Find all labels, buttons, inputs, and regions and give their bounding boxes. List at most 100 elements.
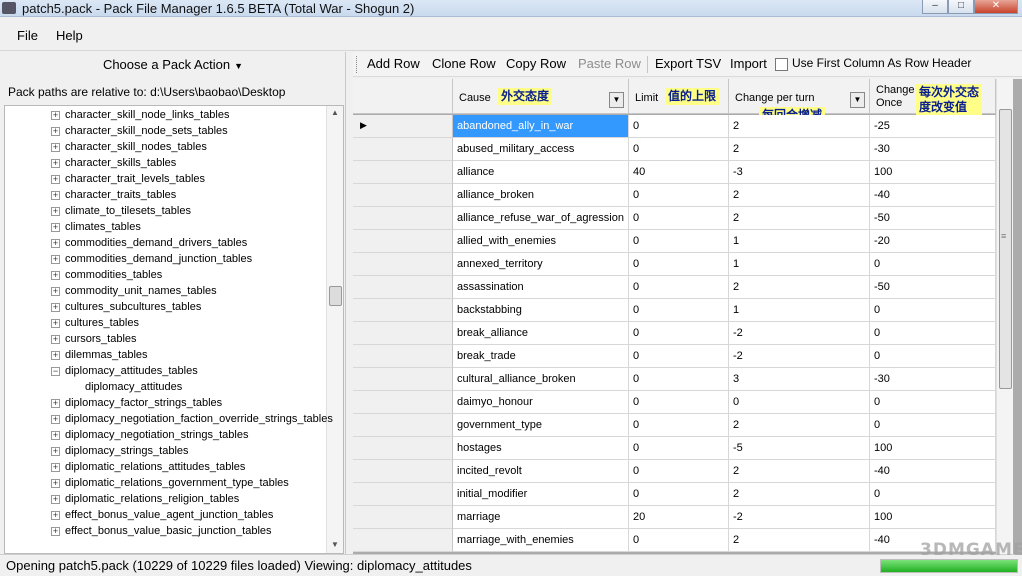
- table-cell[interactable]: 0: [629, 391, 729, 414]
- tree-item[interactable]: + cultures_subcultures_tables: [51, 299, 201, 315]
- grid-scrollbar[interactable]: ≡: [996, 79, 1013, 554]
- export-tsv-button[interactable]: Export TSV: [655, 56, 721, 71]
- table-cell[interactable]: 0: [629, 276, 729, 299]
- expand-plus-icon[interactable]: +: [51, 526, 60, 536]
- expand-plus-icon[interactable]: +: [51, 414, 60, 424]
- row-header[interactable]: [353, 253, 453, 276]
- table-cell[interactable]: 0: [629, 529, 729, 552]
- maximize-button[interactable]: □: [948, 0, 974, 14]
- choose-pack-action-button[interactable]: Choose a Pack Action ▼: [4, 54, 342, 76]
- table-cell[interactable]: -25: [870, 115, 996, 138]
- tree-item[interactable]: + character_trait_levels_tables: [51, 171, 205, 187]
- tree-item[interactable]: + diplomacy_negotiation_faction_override_…: [51, 411, 333, 427]
- expand-plus-icon[interactable]: +: [51, 158, 60, 168]
- tree-scroll-thumb[interactable]: [329, 286, 342, 306]
- tree-item[interactable]: + climates_tables: [51, 219, 141, 235]
- import-button[interactable]: Import: [730, 56, 767, 71]
- tree-item[interactable]: + effect_bonus_value_basic_junction_table…: [51, 523, 272, 539]
- table-cell[interactable]: break_trade: [453, 345, 629, 368]
- row-header[interactable]: [353, 345, 453, 368]
- table-cell[interactable]: annexed_territory: [453, 253, 629, 276]
- table-cell[interactable]: alliance: [453, 161, 629, 184]
- expand-plus-icon[interactable]: +: [51, 190, 60, 200]
- table-cell[interactable]: 100: [870, 437, 996, 460]
- expand-plus-icon[interactable]: +: [51, 254, 60, 264]
- table-cell[interactable]: -40: [870, 184, 996, 207]
- expand-plus-icon[interactable]: +: [51, 206, 60, 216]
- row-header[interactable]: [353, 184, 453, 207]
- row-header[interactable]: [353, 368, 453, 391]
- expand-plus-icon[interactable]: +: [51, 174, 60, 184]
- table-cell[interactable]: -3: [729, 161, 870, 184]
- table-cell[interactable]: 0: [629, 414, 729, 437]
- tree-item[interactable]: + climate_to_tilesets_tables: [51, 203, 191, 219]
- table-cell[interactable]: backstabbing: [453, 299, 629, 322]
- tree-item[interactable]: + commodity_unit_names_tables: [51, 283, 217, 299]
- close-button[interactable]: ✕: [974, 0, 1018, 14]
- row-header[interactable]: [353, 299, 453, 322]
- table-cell[interactable]: -2: [729, 322, 870, 345]
- tree-scrollbar[interactable]: ▲ ▼: [326, 106, 343, 553]
- expand-plus-icon[interactable]: +: [51, 286, 60, 296]
- table-cell[interactable]: 2: [729, 138, 870, 161]
- tree-item[interactable]: + diplomatic_relations_religion_tables: [51, 491, 239, 507]
- row-header[interactable]: [353, 276, 453, 299]
- expand-plus-icon[interactable]: +: [51, 430, 60, 440]
- grid-scroll-thumb[interactable]: [999, 109, 1012, 389]
- table-cell[interactable]: 0: [870, 322, 996, 345]
- dropdown-arrow-icon[interactable]: ▼: [850, 92, 865, 108]
- tree-item[interactable]: + diplomacy_negotiation_strings_tables: [51, 427, 248, 443]
- table-cell[interactable]: 0: [629, 483, 729, 506]
- table-cell[interactable]: allied_with_enemies: [453, 230, 629, 253]
- table-cell[interactable]: 0: [870, 391, 996, 414]
- table-cell[interactable]: -2: [729, 506, 870, 529]
- table-cell[interactable]: 2: [729, 184, 870, 207]
- expand-plus-icon[interactable]: +: [51, 126, 60, 136]
- table-cell[interactable]: -50: [870, 207, 996, 230]
- scroll-down-icon[interactable]: ▼: [331, 540, 339, 549]
- table-cell[interactable]: -2: [729, 345, 870, 368]
- add-row-button[interactable]: Add Row: [367, 56, 420, 71]
- table-cell[interactable]: break_alliance: [453, 322, 629, 345]
- expand-plus-icon[interactable]: +: [51, 350, 60, 360]
- row-header-current[interactable]: [353, 115, 453, 138]
- tree-item[interactable]: diplomacy_attitudes: [85, 379, 182, 395]
- tree-item[interactable]: + diplomatic_relations_attitudes_tables: [51, 459, 245, 475]
- tree-item[interactable]: + character_skill_node_sets_tables: [51, 123, 228, 139]
- expand-plus-icon[interactable]: +: [51, 270, 60, 280]
- table-cell[interactable]: 0: [629, 460, 729, 483]
- row-header[interactable]: [353, 230, 453, 253]
- tree-item[interactable]: + diplomatic_relations_government_type_ta…: [51, 475, 289, 491]
- row-header[interactable]: [353, 161, 453, 184]
- row-header[interactable]: [353, 207, 453, 230]
- table-cell[interactable]: alliance_refuse_war_of_agression: [453, 207, 629, 230]
- data-grid[interactable]: Cause ▼ Limit Change per turn ▼ Change O…: [353, 79, 1022, 554]
- row-header[interactable]: [353, 322, 453, 345]
- table-cell[interactable]: 0: [629, 322, 729, 345]
- tree-item[interactable]: + character_skill_node_links_tables: [51, 107, 229, 123]
- tree-item[interactable]: + diplomacy_factor_strings_tables: [51, 395, 222, 411]
- table-cell[interactable]: 0: [629, 345, 729, 368]
- pack-file-tree[interactable]: ▲ ▼ + character_skill_node_links_tables + c…: [4, 105, 344, 554]
- table-cell[interactable]: -30: [870, 368, 996, 391]
- table-cell[interactable]: 3: [729, 368, 870, 391]
- table-cell[interactable]: 0: [629, 184, 729, 207]
- tree-item[interactable]: + diplomacy_strings_tables: [51, 443, 189, 459]
- expand-plus-icon[interactable]: +: [51, 462, 60, 472]
- dropdown-arrow-icon[interactable]: ▼: [609, 92, 624, 108]
- table-cell[interactable]: 2: [729, 276, 870, 299]
- expand-plus-icon[interactable]: +: [51, 110, 60, 120]
- table-cell[interactable]: 0: [629, 230, 729, 253]
- expand-plus-icon[interactable]: +: [51, 334, 60, 344]
- table-cell[interactable]: 0: [729, 391, 870, 414]
- table-cell[interactable]: 2: [729, 529, 870, 552]
- table-cell[interactable]: marriage_with_enemies: [453, 529, 629, 552]
- row-header[interactable]: [353, 483, 453, 506]
- tree-item[interactable]: + cultures_tables: [51, 315, 139, 331]
- tree-item[interactable]: − diplomacy_attitudes_tables: [51, 363, 198, 379]
- table-cell[interactable]: 0: [870, 299, 996, 322]
- table-cell[interactable]: 2: [729, 207, 870, 230]
- expand-plus-icon[interactable]: +: [51, 222, 60, 232]
- tree-item[interactable]: + dilemmas_tables: [51, 347, 148, 363]
- table-cell[interactable]: 2: [729, 483, 870, 506]
